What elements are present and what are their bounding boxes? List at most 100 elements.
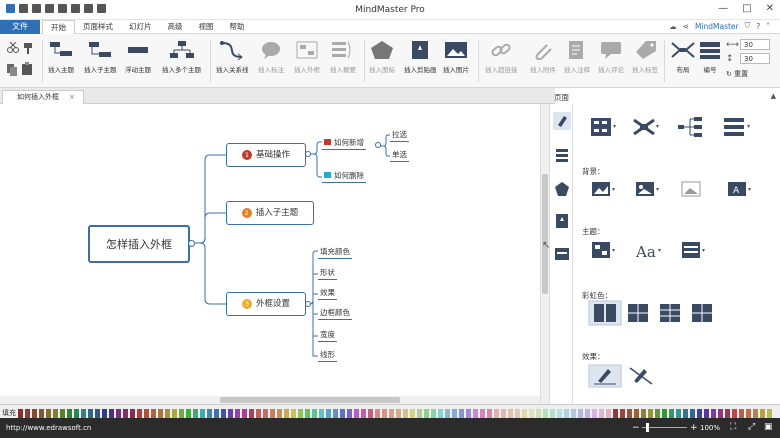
color-swatch[interactable]	[760, 409, 765, 418]
subtopic-line-style[interactable]: 线形	[318, 349, 337, 362]
insert-clipart-button[interactable]: 插入剪贴画	[404, 40, 437, 74]
tab-tasks[interactable]	[553, 244, 571, 262]
color-swatch[interactable]	[508, 409, 513, 418]
background-picture-icon[interactable]	[681, 181, 701, 197]
color-swatch[interactable]	[25, 409, 30, 418]
color-swatch[interactable]	[284, 409, 289, 418]
reset-button[interactable]: ↻ 重置	[726, 69, 748, 79]
color-swatch[interactable]	[466, 409, 471, 418]
color-swatch[interactable]	[326, 409, 331, 418]
insert-icon-button[interactable]: 插入图标	[369, 40, 395, 74]
color-swatch[interactable]	[333, 409, 338, 418]
color-swatch[interactable]	[235, 409, 240, 418]
color-swatch[interactable]	[655, 409, 660, 418]
subtopic-effect[interactable]: 效果	[318, 287, 337, 300]
color-swatch[interactable]	[606, 409, 611, 418]
color-swatch[interactable]	[193, 409, 198, 418]
color-swatch[interactable]	[725, 409, 730, 418]
color-swatch[interactable]	[648, 409, 653, 418]
color-swatch[interactable]	[53, 409, 58, 418]
color-swatch[interactable]	[312, 409, 317, 418]
structure-radial-icon[interactable]: ▾	[633, 118, 659, 136]
color-swatch[interactable]	[732, 409, 737, 418]
zoom-in-icon[interactable]: +	[690, 423, 698, 433]
color-swatch[interactable]	[95, 409, 100, 418]
color-swatch[interactable]	[445, 409, 450, 418]
no-effect-icon[interactable]	[629, 367, 653, 385]
branch-topic-1[interactable]: 1 基础操作	[226, 143, 306, 167]
mindmap-canvas[interactable]: 怎样插入外框 1 基础操作 2 插入子主题 3 外框设置 如何新增 如何删除 拉选 单…	[0, 104, 540, 404]
color-swatch[interactable]	[571, 409, 576, 418]
color-swatch[interactable]	[662, 409, 667, 418]
color-swatch[interactable]	[172, 409, 177, 418]
color-swatch[interactable]	[361, 409, 366, 418]
hand-drawn-effect-icon[interactable]	[588, 364, 622, 388]
color-swatch[interactable]	[186, 409, 191, 418]
tab-home[interactable]: 开始	[42, 20, 75, 34]
rainbow-option-1-icon[interactable]	[588, 300, 622, 326]
color-swatch[interactable]	[305, 409, 310, 418]
layout-button[interactable]: 布局	[670, 40, 696, 74]
close-icon[interactable]: ✕	[766, 3, 774, 14]
collapse-toggle[interactable]	[305, 151, 311, 157]
share-icon[interactable]: ⋖	[683, 22, 689, 31]
structure-list-icon[interactable]: ▾	[724, 118, 750, 136]
color-swatch[interactable]	[767, 409, 772, 418]
branch-topic-3[interactable]: 3 外框设置	[226, 292, 306, 316]
tab-icons[interactable]	[553, 180, 571, 198]
color-swatch[interactable]	[67, 409, 72, 418]
fit-page-icon[interactable]: ⛶	[730, 422, 736, 432]
color-swatch[interactable]	[620, 409, 625, 418]
zoom-level[interactable]: 100%	[700, 424, 720, 432]
color-swatch[interactable]	[60, 409, 65, 418]
color-swatch[interactable]	[109, 409, 114, 418]
subtopic-shape[interactable]: 形状	[318, 267, 337, 280]
color-swatch[interactable]	[200, 409, 205, 418]
color-swatch[interactable]	[473, 409, 478, 418]
color-swatch[interactable]	[683, 409, 688, 418]
color-swatch[interactable]	[627, 409, 632, 418]
color-swatch[interactable]	[39, 409, 44, 418]
tab-slides[interactable]: 幻灯片	[121, 20, 160, 34]
color-swatch[interactable]	[711, 409, 716, 418]
color-swatch[interactable]	[158, 409, 163, 418]
panel-pin-icon[interactable]: ▲	[771, 92, 776, 100]
color-swatch[interactable]	[18, 409, 23, 418]
color-swatch[interactable]	[81, 409, 86, 418]
tab-clipart[interactable]	[553, 212, 571, 230]
tab-advanced[interactable]: 高级	[160, 20, 191, 34]
root-topic[interactable]: 怎样插入外框	[88, 225, 190, 263]
insert-relationship-button[interactable]: 插入关系线	[216, 40, 249, 74]
collapse-toggle[interactable]	[305, 301, 311, 307]
color-swatch[interactable]	[249, 409, 254, 418]
color-swatch[interactable]	[319, 409, 324, 418]
horizontal-scrollbar[interactable]	[0, 396, 540, 404]
color-swatch[interactable]	[529, 409, 534, 418]
color-swatch[interactable]	[753, 409, 758, 418]
document-tab[interactable]: 如何插入外框 ×	[2, 90, 84, 104]
color-swatch[interactable]	[375, 409, 380, 418]
color-swatch[interactable]	[578, 409, 583, 418]
color-swatch[interactable]	[746, 409, 751, 418]
background-image-icon[interactable]: ▾	[636, 182, 659, 196]
color-swatch[interactable]	[382, 409, 387, 418]
horizontal-spacing-input[interactable]: 30	[740, 39, 770, 50]
color-swatch[interactable]	[221, 409, 226, 418]
color-swatch[interactable]	[242, 409, 247, 418]
structure-map-icon[interactable]: ▾	[591, 118, 616, 136]
color-swatch[interactable]	[151, 409, 156, 418]
insert-picture-button[interactable]: 插入图片	[443, 40, 469, 74]
color-swatch[interactable]	[116, 409, 121, 418]
cut-icon[interactable]	[7, 42, 19, 53]
color-swatch[interactable]	[634, 409, 639, 418]
background-color-icon[interactable]: ▾	[592, 182, 615, 196]
full-screen-icon[interactable]: ⤢	[748, 422, 755, 432]
collapse-toggle[interactable]	[188, 240, 195, 247]
insert-boundary-button[interactable]: 插入外框	[294, 40, 320, 74]
insert-subtopic-button[interactable]: 插入子主题	[84, 40, 117, 74]
collapse-ribbon-icon[interactable]: ˄	[766, 22, 770, 31]
color-swatch[interactable]	[599, 409, 604, 418]
tab-page-format[interactable]	[553, 112, 571, 130]
color-swatch[interactable]	[74, 409, 79, 418]
color-swatch[interactable]	[165, 409, 170, 418]
